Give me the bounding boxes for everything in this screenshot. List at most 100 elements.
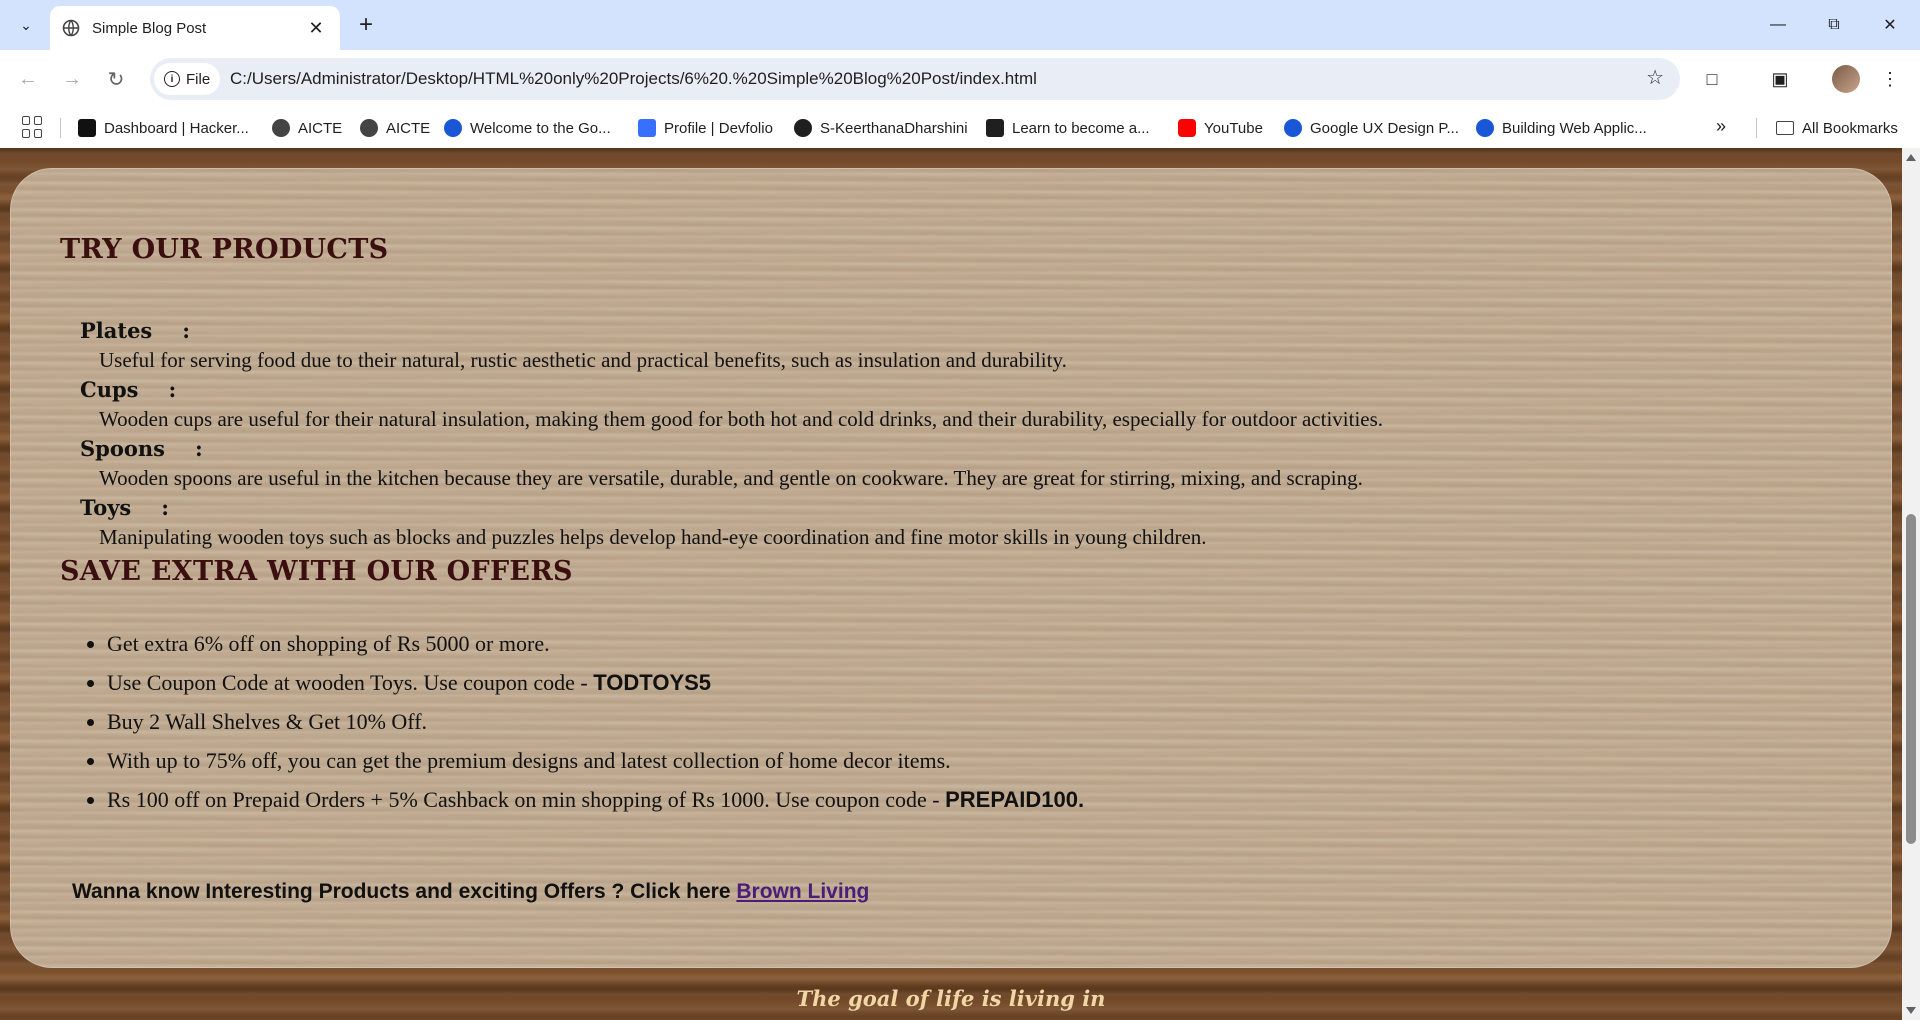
bookmarks-divider xyxy=(1756,118,1757,138)
product-term: Toys: xyxy=(80,493,1780,523)
offer-text: With up to 75% off, you can get the prem… xyxy=(107,748,951,773)
tab-active[interactable]: Simple Blog Post ✕ xyxy=(50,6,340,50)
coursera-icon xyxy=(444,119,462,137)
bookmarks-divider xyxy=(60,118,61,138)
coursera-icon xyxy=(1284,119,1302,137)
bookmark-item[interactable]: YouTube xyxy=(1178,115,1263,141)
screenshot-icon[interactable]: ▣ xyxy=(1764,63,1796,95)
offer-item: Rs 100 off on Prepaid Orders + 5% Cashba… xyxy=(80,784,1780,823)
content-card: TRY OUR PRODUCTS Plates: Useful for serv… xyxy=(10,168,1892,968)
term-colon: : xyxy=(168,377,177,402)
product-description: Wooden cups are useful for their natural… xyxy=(99,407,1384,431)
browser-toolbar: ← → ↻ i File C:/Users/Administrator/Desk… xyxy=(0,50,1920,108)
bookmarks-bar: Dashboard | Hacker... AICTE AICTE Welcom… xyxy=(0,108,1920,148)
site-info-label: File xyxy=(186,70,211,88)
bookmark-item[interactable]: Profile | Devfolio xyxy=(638,115,773,141)
product-name: Toys xyxy=(80,495,132,520)
bookmark-label: AICTE xyxy=(386,119,431,137)
offers-heading: SAVE EXTRA WITH OUR OFFERS xyxy=(60,556,573,587)
products-heading: TRY OUR PRODUCTS xyxy=(60,234,389,265)
url-text[interactable]: C:/Users/Administrator/Desktop/HTML%20on… xyxy=(230,69,1037,89)
bookmark-item[interactable]: AICTE xyxy=(272,115,342,141)
all-bookmarks-button[interactable]: All Bookmarks xyxy=(1776,115,1898,141)
product-term: Plates: xyxy=(80,316,1780,346)
bookmark-star-icon[interactable]: ☆ xyxy=(1646,65,1664,90)
bookmark-item[interactable]: S-KeerthanaDharshini xyxy=(794,115,968,141)
tab-strip: ⌄ Simple Blog Post ✕ + — ⧉ ✕ xyxy=(0,0,1920,50)
coupon-code: PREPAID100. xyxy=(945,787,1085,812)
bookmark-item[interactable]: Dashboard | Hacker... xyxy=(78,115,249,141)
bookmark-item[interactable]: Google UX Design P... xyxy=(1284,115,1459,141)
brown-living-link[interactable]: Brown Living xyxy=(736,880,869,903)
product-name: Plates xyxy=(80,318,153,343)
bookmark-label: S-KeerthanaDharshini xyxy=(820,119,968,137)
globe-icon xyxy=(272,119,290,137)
offer-item: Use Coupon Code at wooden Toys. Use coup… xyxy=(80,667,1780,706)
product-term: Cups: xyxy=(80,375,1780,405)
bookmark-label: Dashboard | Hacker... xyxy=(104,119,249,137)
apps-grid-icon[interactable] xyxy=(22,116,44,138)
address-bar[interactable]: i File C:/Users/Administrator/Desktop/HT… xyxy=(150,58,1680,100)
bookmark-item[interactable]: Learn to become a... xyxy=(986,115,1150,141)
term-colon: : xyxy=(161,495,170,520)
globe-icon xyxy=(62,19,80,37)
menu-kebab-icon[interactable]: ⋮ xyxy=(1874,63,1906,95)
offers-list: Get extra 6% off on shopping of Rs 5000 … xyxy=(80,628,1780,823)
forward-icon[interactable]: → xyxy=(56,63,88,95)
minimize-icon[interactable]: — xyxy=(1750,0,1806,50)
coupon-code: TODTOYS5 xyxy=(593,670,712,695)
tab-title: Simple Blog Post xyxy=(92,19,207,37)
scroll-thumb[interactable] xyxy=(1906,514,1916,844)
product-name: Cups xyxy=(80,377,139,402)
product-term: Spoons: xyxy=(80,434,1780,464)
bookmark-label: Google UX Design P... xyxy=(1310,119,1459,137)
globe-icon xyxy=(360,119,378,137)
page-viewport: TRY OUR PRODUCTS Plates: Useful for serv… xyxy=(0,148,1902,1020)
devfolio-icon xyxy=(638,119,656,137)
youtube-icon xyxy=(1178,119,1196,137)
term-colon: : xyxy=(194,436,203,461)
bookmark-label: Building Web Applic... xyxy=(1502,119,1647,137)
bookmark-label: YouTube xyxy=(1204,119,1263,137)
profile-avatar[interactable] xyxy=(1832,65,1860,93)
cta-line: Wanna know Interesting Products and exci… xyxy=(72,880,869,904)
new-tab-icon[interactable]: + xyxy=(350,9,382,41)
footer-quote: The goal of life is living in xyxy=(796,986,1106,1011)
hackerrank-icon xyxy=(78,119,96,137)
coursera-icon xyxy=(1476,119,1494,137)
roadmap-icon xyxy=(986,119,1004,137)
bookmark-label: AICTE xyxy=(298,119,343,137)
info-icon: i xyxy=(164,71,180,87)
product-description: Useful for serving food due to their nat… xyxy=(99,348,1067,372)
products-list: Plates: Useful for serving food due to t… xyxy=(80,316,1780,552)
offer-text: Use Coupon Code at wooden Toys. Use coup… xyxy=(107,670,594,695)
bookmark-item[interactable]: Building Web Applic... xyxy=(1476,115,1647,141)
extensions-icon[interactable]: □ xyxy=(1696,63,1728,95)
offer-item: Get extra 6% off on shopping of Rs 5000 … xyxy=(80,628,1780,667)
offer-text: Rs 100 off on Prepaid Orders + 5% Cashba… xyxy=(107,787,946,812)
term-colon: : xyxy=(182,318,191,343)
folder-icon xyxy=(1776,121,1794,135)
restore-icon[interactable]: ⧉ xyxy=(1806,0,1862,50)
github-icon xyxy=(794,119,812,137)
tab-close-icon[interactable]: ✕ xyxy=(304,16,328,40)
product-name: Spoons xyxy=(80,436,165,461)
bookmark-label: Welcome to the Go... xyxy=(470,119,611,137)
page-scrollbar[interactable] xyxy=(1902,148,1920,1020)
bookmark-label: Learn to become a... xyxy=(1012,119,1150,137)
scroll-down-icon[interactable] xyxy=(1906,1007,1916,1014)
offer-item: Buy 2 Wall Shelves & Get 10% Off. xyxy=(80,706,1780,745)
reload-icon[interactable]: ↻ xyxy=(100,63,132,95)
window-close-icon[interactable]: ✕ xyxy=(1862,0,1918,50)
bookmark-label: Profile | Devfolio xyxy=(664,119,773,137)
offer-text: Get extra 6% off on shopping of Rs 5000 … xyxy=(107,631,550,656)
offer-text: Buy 2 Wall Shelves & Get 10% Off. xyxy=(107,709,428,734)
bookmark-item[interactable]: AICTE xyxy=(360,115,430,141)
scroll-up-icon[interactable] xyxy=(1906,154,1916,161)
site-info-chip[interactable]: i File xyxy=(154,63,221,95)
bookmarks-overflow-icon[interactable]: » xyxy=(1716,116,1726,137)
tab-search-chevron-icon[interactable]: ⌄ xyxy=(10,9,42,41)
bookmark-item[interactable]: Welcome to the Go... xyxy=(444,115,611,141)
cta-text: Wanna know Interesting Products and exci… xyxy=(72,880,737,903)
back-icon[interactable]: ← xyxy=(12,63,44,95)
